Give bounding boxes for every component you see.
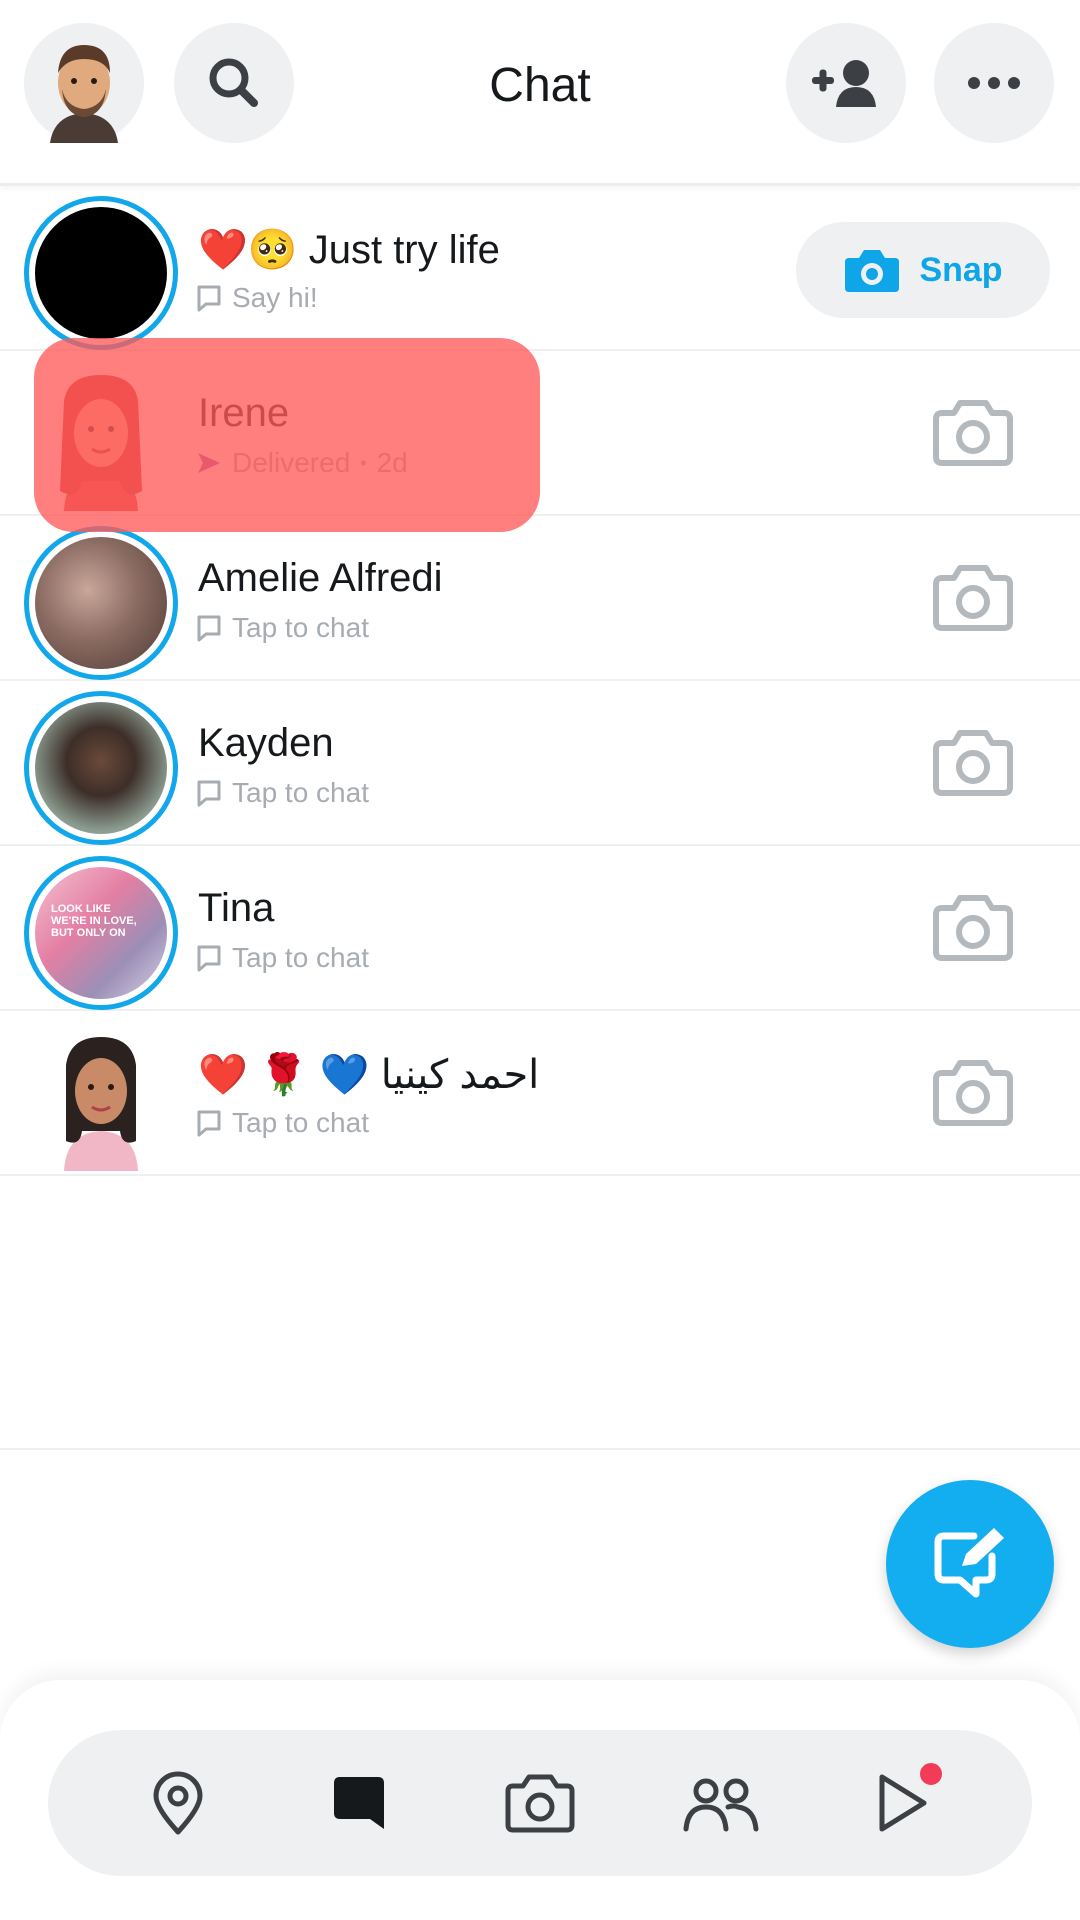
chat-status: Tap to chat xyxy=(196,777,369,809)
friends-icon xyxy=(683,1778,759,1832)
snap-button-label: Snap xyxy=(919,250,1003,289)
nav-stories[interactable] xyxy=(857,1758,947,1848)
app-header: Chat xyxy=(0,0,1080,186)
chat-status: Delivered • 2d xyxy=(196,447,408,479)
chat-bubble-outline-icon xyxy=(197,945,221,972)
chat-name: ❤️ 🌹 💙 احمد كينيا xyxy=(198,1053,540,1097)
nav-map[interactable] xyxy=(133,1758,223,1848)
avatar-image xyxy=(35,702,167,834)
bottom-nav xyxy=(48,1730,1032,1876)
bitmoji-avatar[interactable] xyxy=(24,361,178,515)
chat-bubble-outline-icon xyxy=(197,1110,221,1137)
new-chat-button[interactable] xyxy=(886,1480,1054,1648)
story-avatar[interactable] xyxy=(24,196,178,350)
chat-row[interactable]: ❤️ 🌹 💙 احمد كينيا Tap to chat xyxy=(0,1011,1080,1176)
chat-bubble-outline-icon xyxy=(197,285,221,312)
chat-name: Amelie Alfredi xyxy=(198,556,443,600)
story-avatar[interactable] xyxy=(24,526,178,680)
snap-button[interactable]: Snap xyxy=(796,222,1050,318)
chat-status: Tap to chat xyxy=(196,1107,369,1139)
avatar-image xyxy=(35,537,167,669)
divider xyxy=(0,1448,1080,1450)
nav-chat[interactable] xyxy=(314,1758,404,1848)
chat-bubble-icon xyxy=(334,1777,385,1829)
chat-row[interactable]: Amelie Alfredi Tap to chat xyxy=(0,516,1080,681)
chat-row[interactable]: LOOK LIKE WE'RE IN LOVE, BUT ONLY ON Tin… xyxy=(0,846,1080,1011)
add-friend-icon xyxy=(812,60,876,107)
chat-status: Say hi! xyxy=(196,282,318,314)
avatar-caption: LOOK LIKE WE'RE IN LOVE, BUT ONLY ON xyxy=(51,903,137,939)
camera-icon[interactable] xyxy=(932,397,1014,467)
chat-status-text: Tap to chat xyxy=(232,777,369,808)
new-chat-icon xyxy=(934,1528,1004,1598)
delivered-arrow-icon xyxy=(198,453,220,473)
chat-status: Tap to chat xyxy=(196,942,369,974)
map-pin-icon xyxy=(153,1771,203,1835)
chat-status-text: Tap to chat xyxy=(232,1107,369,1138)
story-avatar[interactable] xyxy=(24,691,178,845)
chat-status-text: Delivered xyxy=(232,447,351,478)
avatar-image xyxy=(60,375,142,511)
chat-status-text: Say hi! xyxy=(232,282,318,313)
chat-status: Tap to chat xyxy=(196,612,369,644)
chat-name: ❤️🥺 Just try life xyxy=(198,228,500,272)
chat-name: Kayden xyxy=(198,721,334,765)
avatar-image xyxy=(35,207,167,339)
chat-row[interactable]: Irene Delivered • 2d xyxy=(0,351,1080,516)
camera-icon xyxy=(845,250,900,292)
story-avatar[interactable]: LOOK LIKE WE'RE IN LOVE, BUT ONLY ON xyxy=(24,856,178,1010)
separator-dot: • xyxy=(360,452,367,473)
chat-list: ❤️🥺 Just try life Say hi! Snap Irene Del… xyxy=(0,186,1080,1176)
chat-name: Tina xyxy=(198,886,275,930)
notification-badge xyxy=(916,1760,945,1788)
chat-bubble-outline-icon xyxy=(197,615,221,642)
avatar-image xyxy=(64,1037,138,1171)
camera-icon[interactable] xyxy=(932,727,1014,797)
nav-friends[interactable] xyxy=(676,1758,766,1848)
chat-bubble-outline-icon xyxy=(197,780,221,807)
chat-row[interactable]: Kayden Tap to chat xyxy=(0,681,1080,846)
bitmoji-avatar[interactable] xyxy=(24,1021,178,1175)
add-friend-button[interactable] xyxy=(786,23,906,143)
avatar-image: LOOK LIKE WE'RE IN LOVE, BUT ONLY ON xyxy=(35,867,167,999)
chat-row[interactable]: ❤️🥺 Just try life Say hi! Snap xyxy=(0,186,1080,351)
camera-icon xyxy=(505,1774,575,1833)
chat-status-text: Tap to chat xyxy=(232,942,369,973)
chat-status-text: Tap to chat xyxy=(232,612,369,643)
camera-icon[interactable] xyxy=(932,1057,1014,1127)
more-icon xyxy=(968,77,1020,89)
chat-name: Irene xyxy=(198,391,290,435)
camera-icon[interactable] xyxy=(932,562,1014,632)
chat-time: 2d xyxy=(376,447,408,478)
page-title: Chat xyxy=(489,59,591,112)
nav-camera[interactable] xyxy=(495,1758,585,1848)
camera-icon[interactable] xyxy=(932,892,1014,962)
more-options-button[interactable] xyxy=(934,23,1054,143)
